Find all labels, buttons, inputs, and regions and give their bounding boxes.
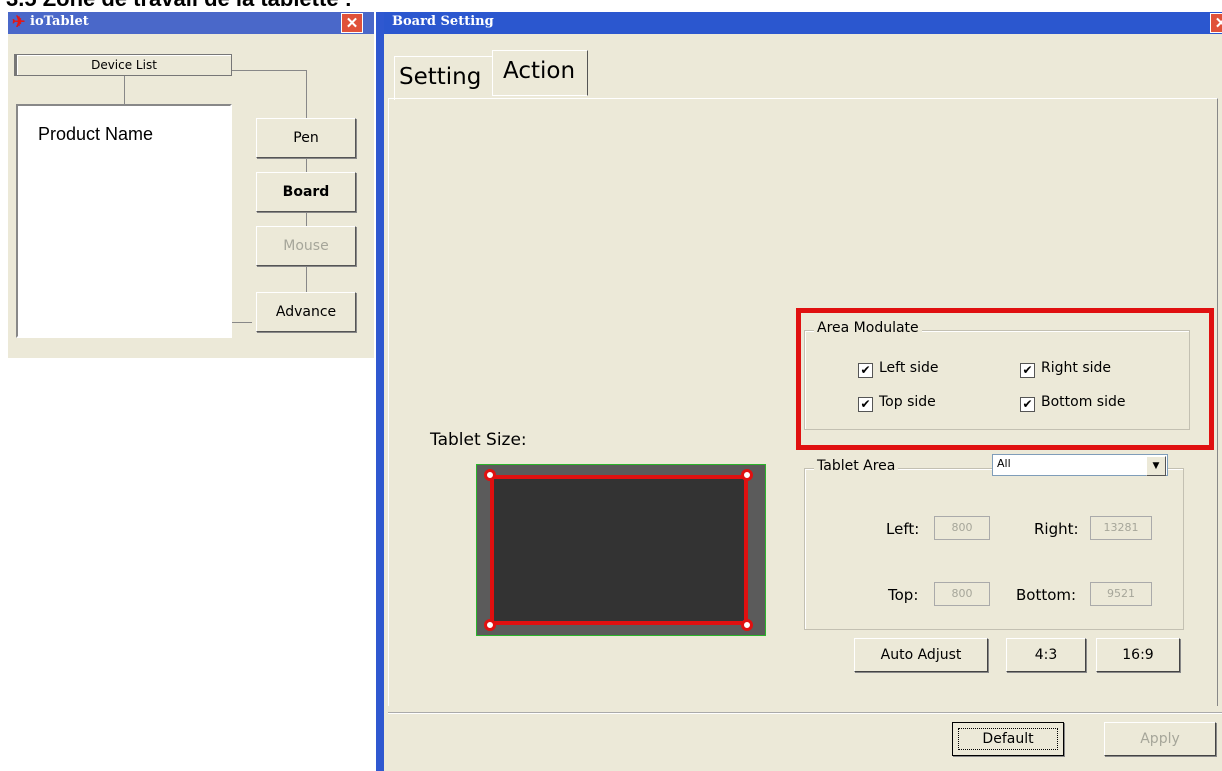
close-icon[interactable]: ✕: [341, 13, 363, 33]
default-button-label: Default: [958, 728, 1058, 750]
connector-line: [232, 322, 252, 323]
auto-adjust-button[interactable]: Auto Adjust: [854, 638, 988, 672]
connector-line: [232, 70, 306, 71]
footer-separator: [388, 712, 1222, 714]
advance-button[interactable]: Advance: [256, 292, 356, 332]
right-value-field: 13281: [1090, 516, 1152, 540]
board-setting-title-bar[interactable]: Board Setting ✕: [384, 12, 1222, 34]
close-icon[interactable]: ✕: [1210, 13, 1222, 33]
tablet-active-area[interactable]: [490, 475, 748, 625]
default-button[interactable]: Default: [952, 722, 1064, 756]
bottom-value-field: 9521: [1090, 582, 1152, 606]
board-setting-window: Board Setting ✕ Setting Action Area Modu…: [384, 12, 1222, 771]
tablet-size-preview: [476, 464, 766, 636]
device-list-header: Device List: [14, 54, 232, 76]
iotablet-title: ioTablet: [30, 14, 89, 29]
resize-handle-top-left[interactable]: [484, 469, 496, 481]
tablet-area-selected: All: [997, 457, 1011, 470]
right-label: Right:: [1034, 520, 1079, 538]
top-value-field: 800: [934, 582, 990, 606]
left-label: Left:: [886, 520, 920, 538]
mouse-button: Mouse: [256, 226, 356, 266]
highlight-box: [796, 308, 1214, 450]
product-name-item[interactable]: Product Name: [38, 124, 153, 145]
tab-setting[interactable]: Setting: [394, 56, 494, 100]
pen-button[interactable]: Pen: [256, 118, 356, 158]
ratio-4-3-button[interactable]: 4:3: [1006, 638, 1086, 672]
device-listbox[interactable]: Product Name: [16, 104, 232, 338]
iotablet-title-bar[interactable]: ✈ ioTablet ✕: [8, 12, 374, 34]
left-value-field: 800: [934, 516, 990, 540]
resize-handle-bottom-left[interactable]: [484, 619, 496, 631]
bottom-label: Bottom:: [1016, 586, 1077, 604]
chevron-down-icon[interactable]: ▼: [1146, 456, 1166, 476]
resize-handle-top-right[interactable]: [741, 469, 753, 481]
resize-handle-bottom-right[interactable]: [741, 619, 753, 631]
board-setting-title: Board Setting: [392, 14, 494, 29]
tablet-size-label: Tablet Size:: [430, 430, 527, 450]
ratio-16-9-button[interactable]: 16:9: [1096, 638, 1180, 672]
board-button[interactable]: Board: [256, 172, 356, 212]
page-heading: 3.5 Zone de travail de la tablette :: [6, 0, 352, 12]
iotablet-logo-icon: ✈: [12, 12, 26, 31]
apply-button: Apply: [1104, 722, 1216, 756]
tab-action[interactable]: Action: [492, 50, 588, 96]
connector-line: [124, 76, 125, 104]
tablet-area-select[interactable]: All ▼: [992, 454, 1168, 476]
tablet-area-legend: Tablet Area: [814, 458, 899, 474]
top-label: Top:: [888, 586, 919, 604]
